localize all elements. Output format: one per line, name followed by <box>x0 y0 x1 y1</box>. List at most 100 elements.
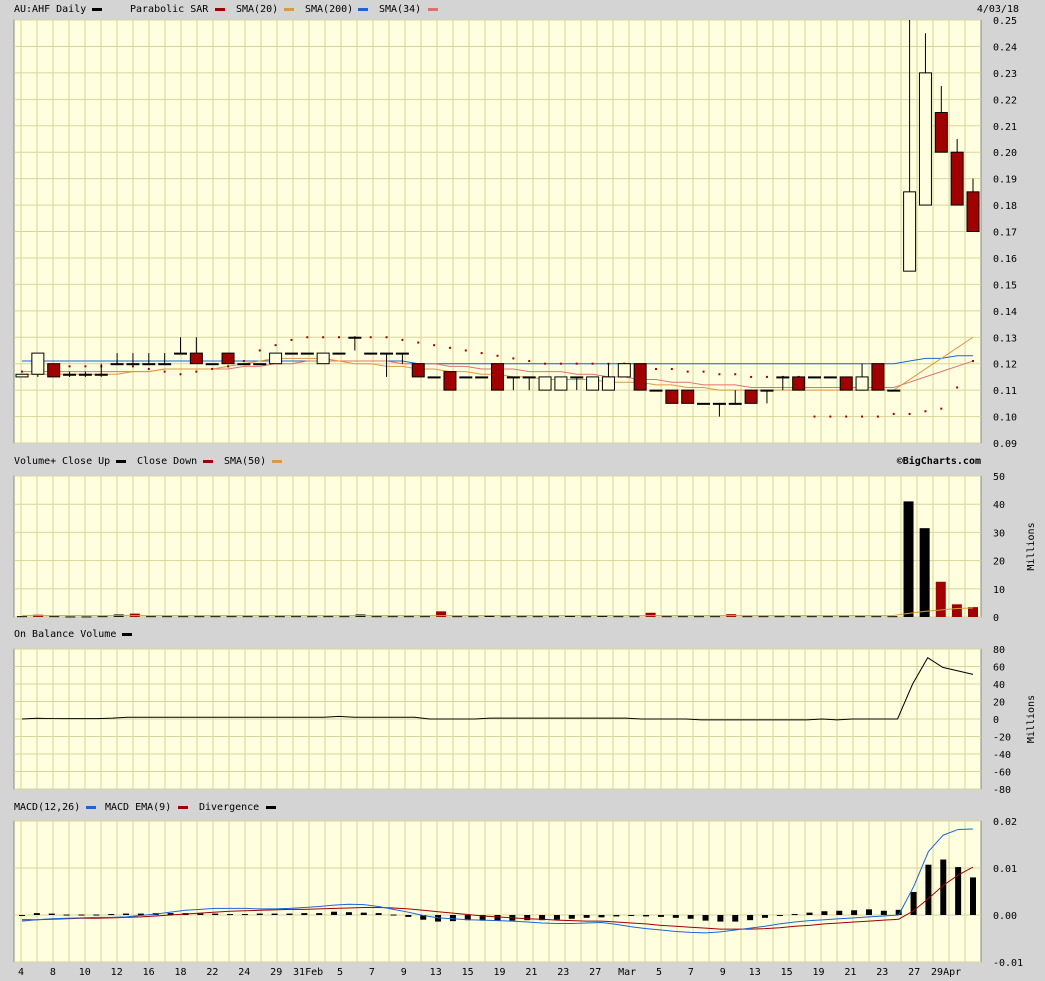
candle-body <box>205 363 219 366</box>
volume-bar <box>419 616 430 618</box>
x-tick-label: 27 <box>908 967 920 978</box>
volume-bar <box>436 611 447 617</box>
candle <box>253 363 267 366</box>
divergence-bar <box>271 913 278 915</box>
sar-dot <box>528 360 531 363</box>
candle <box>839 376 853 391</box>
credit-label: ©BigCharts.com <box>897 455 981 467</box>
candle-body <box>506 376 520 379</box>
sar-dot <box>385 336 388 339</box>
sar-dot <box>544 362 547 365</box>
candle <box>364 352 378 355</box>
x-tick-label: 15 <box>462 967 474 978</box>
candle-body <box>681 389 695 404</box>
sar-dot <box>338 336 340 339</box>
volume-bar <box>323 616 334 618</box>
price-ytick: 0.10 <box>993 413 1017 424</box>
candle-body <box>15 373 29 378</box>
divergence-bar <box>331 911 338 915</box>
candle <box>332 352 346 355</box>
candle <box>269 352 283 365</box>
volume-bar <box>339 616 350 618</box>
price-ytick: 0.13 <box>993 333 1017 344</box>
divergence-bar <box>108 914 115 916</box>
sar-dot <box>401 338 404 341</box>
candle-body <box>871 363 885 391</box>
sar-dot <box>211 367 214 370</box>
candle-body <box>316 352 330 365</box>
candle-body <box>300 352 314 355</box>
candle-body <box>918 72 932 206</box>
volume-bar <box>935 581 946 617</box>
obv-ytick: 80 <box>993 645 1005 656</box>
legend-close-up-label: Close Up <box>62 456 110 467</box>
candle-body <box>221 352 235 365</box>
candle <box>221 352 235 365</box>
divergence-bar <box>806 912 813 915</box>
divergence-bar <box>390 914 397 916</box>
divergence-bar <box>360 912 367 915</box>
candle <box>744 389 758 404</box>
obv-panel: 80 60 40 20 0 -20 -40 -60 -80 Millions <box>13 645 1037 796</box>
x-tick-label: 31Feb <box>293 967 323 978</box>
sar-dot <box>734 373 737 376</box>
sar-dot <box>290 338 293 341</box>
divergence-bar <box>48 913 55 915</box>
obv-ytick: 60 <box>993 663 1005 674</box>
candle-body <box>395 352 409 355</box>
x-tick-label: 12 <box>111 967 123 978</box>
x-tick-label: 19 <box>812 967 824 978</box>
sar-dot <box>765 375 768 378</box>
volume-ytick: 10 <box>993 585 1005 596</box>
symbol-swatch <box>92 8 102 11</box>
candle <box>427 376 441 379</box>
volume-bar <box>693 616 704 618</box>
candle <box>491 363 504 391</box>
price-ytick: 0.19 <box>993 175 1017 186</box>
obv-ytick: -60 <box>993 768 1011 779</box>
volume-plot-area <box>13 475 982 618</box>
sar-dot <box>750 375 753 378</box>
sar-dot <box>179 373 182 376</box>
candle <box>633 363 647 391</box>
sar-dot <box>433 344 436 347</box>
candle <box>31 352 45 377</box>
volume-unit-label: Millions <box>1026 522 1037 570</box>
volume-bar <box>387 616 398 618</box>
candle <box>665 389 679 404</box>
divergence-bar <box>836 910 843 915</box>
candle-body <box>570 376 584 379</box>
x-tick-label: 7 <box>369 967 375 978</box>
symbol-label: AU:AHF Daily <box>14 4 86 15</box>
candle-body <box>808 376 821 379</box>
x-tick-label: 21 <box>844 967 856 978</box>
sar-dot <box>845 415 848 418</box>
candle <box>697 402 711 405</box>
x-tick-label: 27 <box>589 967 601 978</box>
x-axis: 4 8 10 12 16 18 22 24 29 31Feb 5 7 9 13 15 19 21 23 27 Mar 5… <box>18 967 961 978</box>
sar-dot <box>480 352 483 355</box>
divergence-bar <box>657 915 664 917</box>
volume-bar <box>403 616 414 618</box>
sar-dot <box>147 367 150 370</box>
macd-ytick: 0.01 <box>993 864 1017 875</box>
volume-bar <box>516 616 527 618</box>
candle <box>808 376 821 379</box>
sar-dot <box>718 373 721 376</box>
volume-bar <box>291 616 302 618</box>
candle-body <box>284 352 298 355</box>
sar-dot <box>258 349 261 352</box>
price-ytick: 0.15 <box>993 280 1017 291</box>
volume-bar <box>919 528 930 617</box>
candle <box>554 376 568 391</box>
divergence-bar <box>316 913 323 915</box>
macd-ytick: 0.00 <box>993 911 1017 922</box>
divergence-bar <box>93 914 100 916</box>
price-panel: 0.25 0.24 0.23 0.22 0.21 0.20 0.19 0.18 0.17 0.16… <box>13 16 1017 450</box>
candle <box>538 376 552 391</box>
price-ytick: 0.18 <box>993 201 1017 212</box>
candle-body <box>126 363 140 366</box>
x-tick-label: 15 <box>781 967 793 978</box>
sar-dot <box>227 365 230 368</box>
candle-body <box>839 376 853 391</box>
